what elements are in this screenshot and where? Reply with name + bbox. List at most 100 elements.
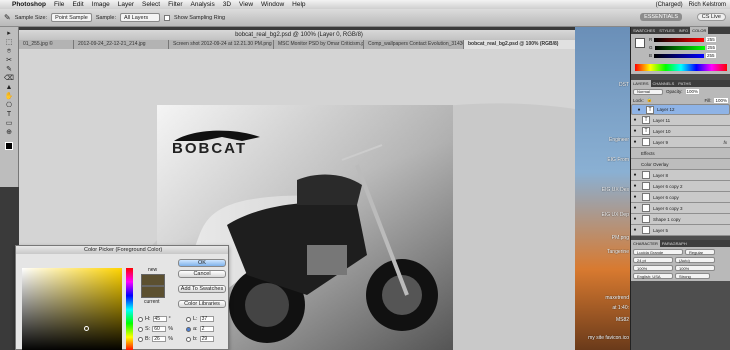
workspace-switcher[interactable]: ESSENTIALS <box>640 13 682 21</box>
color-libraries-button[interactable]: Color Libraries <box>178 300 226 308</box>
desktop-file[interactable]: my site favicon.ico <box>575 335 630 341</box>
brush-tool-icon[interactable]: ✎ <box>3 66 16 74</box>
desktop-file[interactable]: PM.png <box>575 235 630 241</box>
lightness-input[interactable]: 37 <box>199 316 214 322</box>
lasso-tool-icon[interactable]: ⌾ <box>3 48 16 56</box>
desktop-file[interactable]: EIG UX Dep <box>575 212 630 218</box>
add-to-swatches-button[interactable]: Add To Swatches <box>178 285 226 293</box>
brightness-input[interactable]: 26 <box>152 336 167 342</box>
fg-bg-swatches[interactable] <box>635 38 645 48</box>
desktop-file[interactable]: Tangerine <box>575 249 630 255</box>
eye-icon[interactable]: ● <box>631 216 639 222</box>
layer-row[interactable]: ● Layer 8 <box>631 170 730 181</box>
eye-icon[interactable]: ● <box>631 117 639 123</box>
lock-icon[interactable]: 🔒 <box>647 97 653 103</box>
tab-character[interactable]: CHARACTER <box>631 240 660 247</box>
layer-row[interactable]: ● T Layer 10 <box>631 126 730 137</box>
show-ring-checkbox[interactable] <box>164 14 171 21</box>
foreground-color-swatch[interactable] <box>5 142 13 150</box>
menu-image[interactable]: Image <box>92 1 110 8</box>
font-family-select[interactable]: Lucida Grande <box>633 249 683 255</box>
eye-icon[interactable]: ● <box>635 107 643 113</box>
desktop-file[interactable]: EIG From <box>575 157 630 163</box>
eye-icon[interactable]: ● <box>631 205 639 211</box>
fill-input[interactable]: 100% <box>714 97 728 103</box>
hue-radio[interactable] <box>138 316 143 322</box>
doc-tab-active[interactable]: bobcat_real_bg2.psd @ 100% (RGB/8) <box>464 40 579 49</box>
layer-row[interactable]: ● T Layer 12 <box>631 104 730 115</box>
a-channel-radio[interactable] <box>186 326 191 332</box>
menu-file[interactable]: File <box>54 1 64 8</box>
doc-tab[interactable]: 2012-09-24_22-12-21_214.jpg <box>74 40 169 49</box>
doc-tab[interactable]: MSC Monitor PSD by Omar Criticism.psd <box>274 40 364 49</box>
language-select[interactable]: English: USA <box>633 273 673 279</box>
leading-select[interactable]: (Auto) <box>675 257 715 263</box>
b-channel-input[interactable]: 29 <box>199 336 214 342</box>
layer-row[interactable]: ● Layer 9 fx <box>631 137 730 148</box>
hue-input[interactable]: 45 <box>152 316 167 322</box>
marquee-tool-icon[interactable]: ⬚ <box>3 39 16 47</box>
brightness-radio[interactable] <box>138 336 143 342</box>
eye-icon[interactable]: ● <box>631 183 639 189</box>
b-value[interactable]: 255 <box>706 53 716 58</box>
doc-tab[interactable]: Comp_wallpapers Contact Evolution_314305… <box>364 40 464 49</box>
ok-button[interactable]: OK <box>178 259 226 267</box>
zoom-tool-icon[interactable]: ⊕ <box>3 129 16 137</box>
move-tool-icon[interactable]: ▸ <box>3 30 16 38</box>
shape-tool-icon[interactable]: ⎔ <box>3 102 16 110</box>
desktop-file[interactable]: maxetrend <box>575 295 630 301</box>
g-slider[interactable] <box>654 46 705 50</box>
type-tool-icon[interactable]: T <box>3 111 16 119</box>
layer-row[interactable]: ● Shape 1 copy <box>631 214 730 225</box>
cancel-button[interactable]: Cancel <box>178 270 226 278</box>
layer-row[interactable]: ● T Layer 11 <box>631 115 730 126</box>
menu-window[interactable]: Window <box>261 1 284 8</box>
layer-row[interactable]: ● Layer 6 copy 3 <box>631 203 730 214</box>
menu-select[interactable]: Select <box>142 1 160 8</box>
desktop-file[interactable]: MS82 <box>575 317 630 323</box>
eye-icon[interactable]: ● <box>631 139 639 145</box>
layer-row[interactable]: ● Layer 6 copy <box>631 192 730 203</box>
color-field[interactable] <box>22 268 122 350</box>
tab-color[interactable]: COLOR <box>690 27 709 34</box>
menu-view[interactable]: View <box>239 1 253 8</box>
sample-select[interactable]: All Layers <box>120 13 161 22</box>
battery-status[interactable]: (Charged) <box>656 2 683 8</box>
color-ramp[interactable] <box>635 64 727 71</box>
saturation-input[interactable]: 60 <box>152 326 167 332</box>
g-value[interactable]: 255 <box>706 45 717 50</box>
desktop-file[interactable]: Engineer <box>575 137 630 143</box>
rectangle-tool-icon[interactable]: ▭ <box>3 120 16 128</box>
desktop-file[interactable]: EIG UX Des <box>575 187 630 193</box>
layer-effect-item[interactable]: Color Overlay <box>631 159 730 170</box>
eye-icon[interactable]: ● <box>631 194 639 200</box>
menu-filter[interactable]: Filter <box>168 1 182 8</box>
menu-edit[interactable]: Edit <box>72 1 83 8</box>
pen-tool-icon[interactable]: ▲ <box>3 84 16 92</box>
layer-row[interactable]: ● Layer 5 <box>631 225 730 236</box>
menu-3d[interactable]: 3D <box>223 1 231 8</box>
font-size-select[interactable]: 24 pt <box>633 257 673 263</box>
fx-icon[interactable]: fx <box>723 140 727 145</box>
lightness-radio[interactable] <box>186 316 191 322</box>
color-field-cursor[interactable] <box>84 326 89 331</box>
layer-effects-row[interactable]: Effects <box>631 148 730 159</box>
vertical-scale-input[interactable]: 100% <box>633 265 673 271</box>
a-channel-input[interactable]: 2 <box>199 326 214 332</box>
saturation-radio[interactable] <box>138 326 143 332</box>
cs-live-button[interactable]: CS Live <box>696 13 726 21</box>
opacity-input[interactable]: 100% <box>685 89 700 94</box>
hue-slider[interactable] <box>126 268 133 350</box>
r-value[interactable]: 255 <box>706 37 716 42</box>
tab-swatches[interactable]: SWATCHES <box>631 27 657 34</box>
tab-channels[interactable]: CHANNELS <box>651 80 677 87</box>
desktop-file[interactable]: DST <box>575 82 630 88</box>
user-name[interactable]: Rich Kelstrom <box>689 2 726 8</box>
app-menu[interactable]: Photoshop <box>12 1 46 8</box>
menu-analysis[interactable]: Analysis <box>191 1 215 8</box>
tab-paragraph[interactable]: PARAGRAPH <box>660 240 689 247</box>
eye-icon[interactable]: ● <box>631 227 639 233</box>
desktop-file[interactable]: at 1:40: <box>575 305 630 311</box>
menu-layer[interactable]: Layer <box>118 1 134 8</box>
r-slider[interactable] <box>654 38 705 42</box>
